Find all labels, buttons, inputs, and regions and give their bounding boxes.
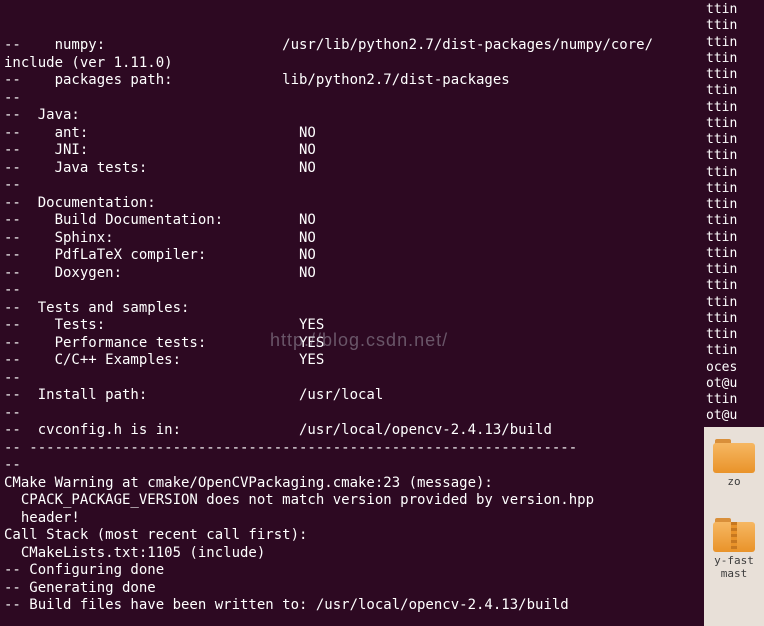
background-terminal-fragment: ttinttinttinttinttinttinttinttinttinttin… xyxy=(704,0,764,427)
bg-terminal-line: ttin xyxy=(706,278,764,294)
bg-terminal-line: ttin xyxy=(706,262,764,278)
bg-terminal-line: ttin xyxy=(706,327,764,343)
bg-terminal-line: ttin xyxy=(706,311,764,327)
terminal-line: header! xyxy=(4,510,700,528)
terminal-line: CPACK_PACKAGE_VERSION does not match ver… xyxy=(4,492,700,510)
terminal-line: include (ver 1.11.0) xyxy=(4,55,700,73)
terminal-window[interactable]: -- numpy: /usr/lib/python2.7/dist-packag… xyxy=(0,0,704,626)
bg-terminal-line: ttin xyxy=(706,100,764,116)
terminal-line: -- xyxy=(4,177,700,195)
bg-terminal-line: ot@u xyxy=(706,376,764,392)
bg-terminal-line: oces xyxy=(706,360,764,376)
bg-terminal-line: ttin xyxy=(706,392,764,408)
terminal-line: CMakeLists.txt:1105 (include) xyxy=(4,545,700,563)
bg-terminal-line: ttin xyxy=(706,246,764,262)
terminal-line: -- ant: NO xyxy=(4,125,700,143)
folder-label: zo xyxy=(706,475,762,488)
terminal-line: -- Build files have been written to: /us… xyxy=(4,597,700,615)
terminal-line: -- Java: xyxy=(4,107,700,125)
archive-folder-icon[interactable] xyxy=(713,518,755,552)
bg-terminal-line: ttin xyxy=(706,132,764,148)
bg-terminal-line: ttin xyxy=(706,181,764,197)
terminal-line: -- Configuring done xyxy=(4,562,700,580)
terminal-line: CMake Warning at cmake/OpenCVPackaging.c… xyxy=(4,475,700,493)
desktop-area[interactable]: zo y-fast mast xyxy=(704,427,764,584)
terminal-line: -- Sphinx: NO xyxy=(4,230,700,248)
terminal-line: -- JNI: NO xyxy=(4,142,700,160)
terminal-line: -- xyxy=(4,282,700,300)
terminal-line: -- Documentation: xyxy=(4,195,700,213)
bg-terminal-line: ttin xyxy=(706,2,764,18)
terminal-line: -- Tests: YES xyxy=(4,317,700,335)
bg-terminal-line: ttin xyxy=(706,197,764,213)
bg-terminal-line: ttin xyxy=(706,67,764,83)
terminal-line: -- xyxy=(4,457,700,475)
terminal-line: Call Stack (most recent call first): xyxy=(4,527,700,545)
terminal-line: -- xyxy=(4,90,700,108)
folder-label: mast xyxy=(706,567,762,580)
terminal-line: -- C/C++ Examples: YES xyxy=(4,352,700,370)
terminal-line: -- Tests and samples: xyxy=(4,300,700,318)
terminal-output: -- numpy: /usr/lib/python2.7/dist-packag… xyxy=(4,37,700,615)
folder-label: y-fast xyxy=(706,554,762,567)
terminal-line: -- packages path: lib/python2.7/dist-pac… xyxy=(4,72,700,90)
terminal-line: -- numpy: /usr/lib/python2.7/dist-packag… xyxy=(4,37,700,55)
terminal-line: -- Build Documentation: NO xyxy=(4,212,700,230)
terminal-line: -- Doxygen: NO xyxy=(4,265,700,283)
terminal-line: -- Install path: /usr/local xyxy=(4,387,700,405)
bg-terminal-line: ttin xyxy=(706,18,764,34)
bg-terminal-line: ttin xyxy=(706,230,764,246)
terminal-line: -- PdfLaTeX compiler: NO xyxy=(4,247,700,265)
bg-terminal-line: ttin xyxy=(706,35,764,51)
bg-terminal-line: ot@u xyxy=(706,408,764,424)
terminal-line: -- cvconfig.h is in: /usr/local/opencv-2… xyxy=(4,422,700,440)
terminal-line: -- xyxy=(4,405,700,423)
terminal-line: -- Generating done xyxy=(4,580,700,598)
bg-terminal-line: ttin xyxy=(706,51,764,67)
bg-terminal-line: ttin xyxy=(706,83,764,99)
terminal-line: -- Java tests: NO xyxy=(4,160,700,178)
desktop-background-strip: ttinttinttinttinttinttinttinttinttinttin… xyxy=(704,0,764,626)
terminal-line: -- Performance tests: YES xyxy=(4,335,700,353)
bg-terminal-line: ttin xyxy=(706,165,764,181)
terminal-line: -- -------------------------------------… xyxy=(4,440,700,458)
bg-terminal-line: ttin xyxy=(706,213,764,229)
bg-terminal-line: ttin xyxy=(706,116,764,132)
bg-terminal-line: ttin xyxy=(706,343,764,359)
bg-terminal-line: ttin xyxy=(706,148,764,164)
bg-terminal-line: ttin xyxy=(706,295,764,311)
terminal-line: -- xyxy=(4,370,700,388)
folder-icon[interactable] xyxy=(713,439,755,473)
